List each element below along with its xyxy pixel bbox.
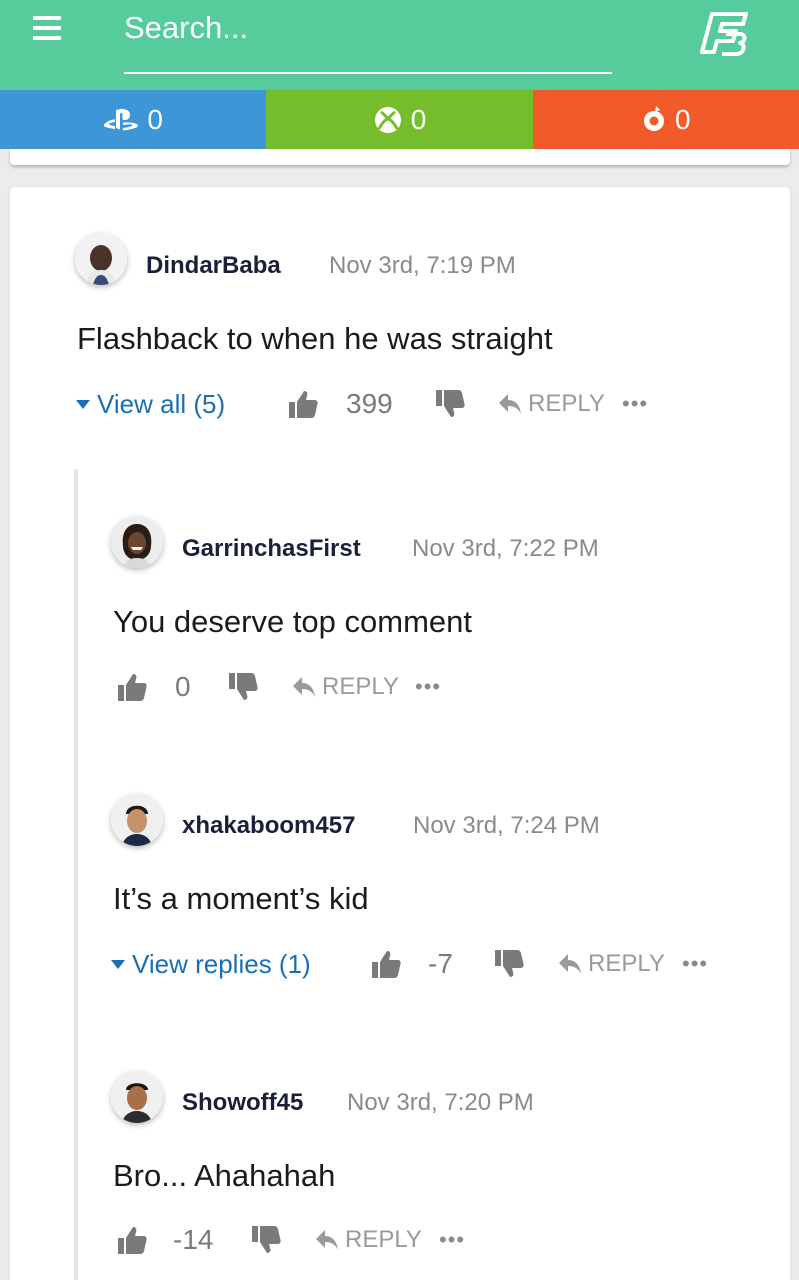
avatar[interactable] xyxy=(111,1071,163,1123)
origin-icon xyxy=(644,105,665,131)
comment-text: Bro... Ahahahah xyxy=(113,1158,336,1193)
avatar[interactable] xyxy=(75,233,127,285)
search-field[interactable] xyxy=(124,6,612,74)
comment-username[interactable]: DindarBaba xyxy=(146,252,281,280)
caret-down-icon xyxy=(111,959,125,969)
xbox-count-button[interactable]: 0 xyxy=(266,90,533,149)
more-options-button[interactable]: ••• xyxy=(682,946,708,982)
like-button[interactable] xyxy=(117,669,147,705)
avatar[interactable] xyxy=(111,516,163,568)
comment-username[interactable]: GarrinchasFirst xyxy=(182,535,361,563)
thumbs-down-icon xyxy=(495,950,524,977)
reply-label: REPLY xyxy=(322,673,399,700)
reply-arrow-icon xyxy=(559,954,581,974)
origin-count: 0 xyxy=(675,103,691,135)
comment-timestamp: Nov 3rd, 7:20 PM xyxy=(347,1089,534,1116)
like-button[interactable] xyxy=(288,386,318,422)
playstation-icon xyxy=(104,108,139,130)
collapsed-panel-edge xyxy=(10,149,790,165)
more-options-button[interactable]: ••• xyxy=(415,669,441,705)
reply-button[interactable]: REPLY xyxy=(498,386,605,422)
comment-text: You deserve top comment xyxy=(113,604,473,639)
avatar[interactable] xyxy=(111,794,163,846)
comment-username[interactable]: xhakaboom457 xyxy=(182,812,355,840)
more-options-button[interactable]: ••• xyxy=(439,1222,465,1258)
view-all-replies-link[interactable]: View all (5) xyxy=(76,386,225,422)
reply-label: REPLY xyxy=(588,950,665,977)
comment-actions: 0 REPLY ••• xyxy=(0,669,799,705)
reply-label: REPLY xyxy=(345,1226,422,1253)
comment-actions: View all (5) 399 REPLY ••• xyxy=(0,386,799,422)
origin-count-button[interactable]: 0 xyxy=(532,90,799,149)
dislike-button[interactable] xyxy=(494,946,524,982)
reply-arrow-icon xyxy=(316,1230,338,1250)
comment-text: It’s a moment’s kid xyxy=(113,881,369,916)
reply-button[interactable]: REPLY xyxy=(292,669,399,705)
comment-timestamp: Nov 3rd, 7:24 PM xyxy=(413,812,600,839)
comment-username[interactable]: Showoff45 xyxy=(182,1089,303,1117)
hamburger-menu-icon[interactable] xyxy=(33,16,61,42)
like-count: -7 xyxy=(428,948,453,979)
reply-button[interactable]: REPLY xyxy=(315,1222,422,1258)
xbox-count: 0 xyxy=(410,103,427,135)
reply-arrow-icon xyxy=(499,394,521,414)
thumbs-up-icon xyxy=(118,674,147,701)
xbox-icon xyxy=(374,106,401,133)
top-app-bar xyxy=(0,0,799,90)
comment-timestamp: Nov 3rd, 7:19 PM xyxy=(329,252,516,279)
view-replies-link[interactable]: View replies (1) xyxy=(111,946,311,982)
like-button[interactable] xyxy=(371,946,401,982)
platform-vote-bar: 0 0 0 xyxy=(0,90,799,149)
thumbs-up-icon xyxy=(289,391,318,418)
comment-timestamp: Nov 3rd, 7:22 PM xyxy=(412,535,599,562)
dislike-button[interactable] xyxy=(435,386,465,422)
reply-label: REPLY xyxy=(528,390,605,417)
reply-arrow-icon xyxy=(293,677,315,697)
thumbs-up-icon xyxy=(118,1227,147,1254)
site-logo-icon[interactable] xyxy=(696,10,750,58)
dislike-button[interactable] xyxy=(228,669,258,705)
thumbs-down-icon xyxy=(252,1226,281,1253)
comment-actions: -14 REPLY ••• xyxy=(0,1222,799,1258)
thumbs-down-icon xyxy=(229,673,258,700)
like-count: -14 xyxy=(173,1224,214,1255)
view-replies-label: View replies (1) xyxy=(132,948,311,979)
thumbs-up-icon xyxy=(372,951,401,978)
like-count: 399 xyxy=(346,388,393,419)
like-count: 0 xyxy=(175,671,191,702)
like-button[interactable] xyxy=(117,1222,147,1258)
comment-actions: View replies (1) -7 REPLY ••• xyxy=(0,946,799,982)
caret-down-icon xyxy=(76,399,90,409)
playstation-count: 0 xyxy=(147,103,163,135)
playstation-count-button[interactable]: 0 xyxy=(0,90,267,149)
dislike-button[interactable] xyxy=(251,1222,281,1258)
view-all-label: View all (5) xyxy=(97,388,226,419)
thumbs-down-icon xyxy=(436,390,465,417)
search-input[interactable] xyxy=(124,8,612,48)
reply-button[interactable]: REPLY xyxy=(558,946,665,982)
thread-line xyxy=(74,469,78,1280)
more-options-button[interactable]: ••• xyxy=(622,386,648,422)
comment-text: Flashback to when he was straight xyxy=(77,321,553,356)
